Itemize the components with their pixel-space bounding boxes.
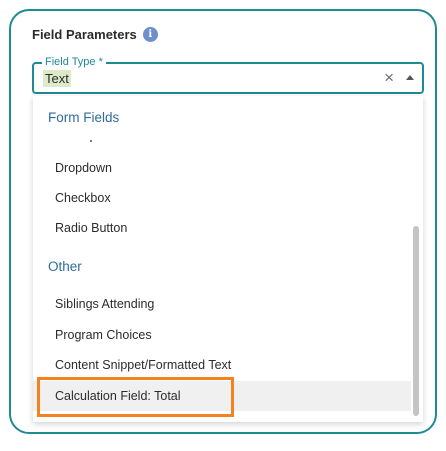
option-calculation-field-total[interactable]: Calculation Field: Total	[33, 381, 411, 411]
option-checkbox[interactable]: Checkbox	[33, 183, 411, 213]
option-siblings-attending[interactable]: Siblings Attending	[33, 289, 411, 319]
option-radio-button[interactable]: Radio Button	[33, 213, 411, 243]
option-dropdown[interactable]: Dropdown	[33, 153, 411, 183]
chevron-up-icon[interactable]	[406, 75, 414, 80]
option-program-choices[interactable]: Program Choices	[33, 320, 411, 350]
info-icon[interactable]: i	[142, 27, 158, 42]
group-label-other: Other	[48, 259, 82, 274]
card-title: Field Parameters i	[32, 27, 158, 42]
field-type-value[interactable]: Text	[43, 70, 71, 87]
dropdown-scrollbar[interactable]	[413, 226, 419, 416]
clear-icon[interactable]: ×	[384, 67, 394, 89]
field-type-select[interactable]: Field Type * Text ×	[32, 55, 424, 94]
clipped-option-fragment	[90, 140, 92, 142]
field-type-dropdown-menu[interactable]: Form Fields Dropdown Checkbox Radio Butt…	[33, 96, 423, 422]
field-type-label: Field Type *	[42, 55, 106, 69]
group-label-form-fields: Form Fields	[48, 110, 120, 125]
option-content-snippet[interactable]: Content Snippet/Formatted Text	[33, 350, 411, 380]
card-title-text: Field Parameters	[32, 27, 137, 42]
